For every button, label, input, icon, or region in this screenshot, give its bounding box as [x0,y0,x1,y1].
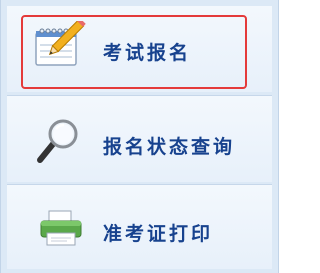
printer-icon [37,209,85,253]
notepad-pencil-icon [31,18,87,77]
menu-item-admission-ticket-print[interactable]: 准考证打印 [7,184,272,269]
menu-item-registration-status-query[interactable]: 报名状态查询 [7,95,272,182]
exam-menu-panel: 考试报名 报名状态查询 准考证打印 [0,0,279,273]
magnifier-icon [33,118,85,172]
menu-item-label: 准考证打印 [103,223,214,245]
menu-item-exam-registration[interactable]: 考试报名 [7,6,272,92]
menu-item-label: 报名状态查询 [103,136,236,158]
menu-item-label: 考试报名 [103,42,192,64]
